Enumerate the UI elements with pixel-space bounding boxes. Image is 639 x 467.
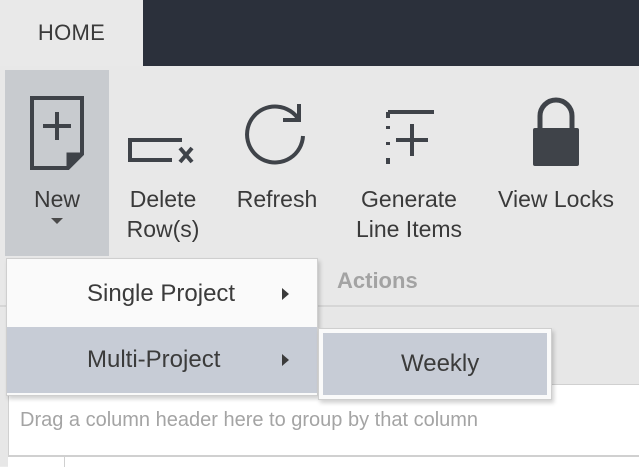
generate-line-items-label: Generate Line Items	[356, 184, 462, 244]
multi-project-submenu: Weekly	[318, 328, 552, 400]
new-button-label: New	[33, 186, 80, 212]
menu-item-label: Single Project	[87, 280, 236, 307]
delete-rows-label: Delete Row(s)	[127, 184, 200, 244]
new-dropdown-menu: Single Project Multi-Project	[6, 258, 318, 396]
refresh-label: Refresh	[236, 186, 318, 212]
new-button[interactable]: New	[5, 70, 109, 256]
delete-row-icon	[126, 70, 200, 170]
menu-item-label: Multi-Project	[87, 346, 221, 373]
tab-home[interactable]: HOME	[0, 0, 143, 66]
chevron-right-icon	[282, 288, 289, 300]
view-locks-button[interactable]: View Locks	[488, 70, 624, 256]
chevron-right-icon	[282, 354, 289, 366]
new-document-icon	[27, 70, 87, 170]
generate-line-items-icon	[378, 70, 440, 170]
chevron-down-icon	[51, 218, 63, 224]
lock-icon	[530, 70, 582, 170]
refresh-button[interactable]: Refresh	[224, 70, 330, 256]
delete-rows-label-line1: Delete	[129, 186, 197, 212]
delete-rows-button[interactable]: Delete Row(s)	[116, 70, 210, 256]
delete-rows-label-line2: Row(s)	[126, 216, 200, 242]
generate-label-line1: Generate	[361, 186, 457, 212]
menu-item-single-project[interactable]: Single Project	[7, 261, 317, 327]
generate-line-items-button[interactable]: Generate Line Items	[340, 70, 478, 256]
menu-item-multi-project[interactable]: Multi-Project	[7, 327, 317, 393]
view-locks-label: View Locks	[498, 186, 614, 212]
generate-label-line2: Line Items	[355, 216, 463, 242]
submenu-item-weekly[interactable]: Weekly	[323, 333, 547, 395]
grid-header-row	[8, 456, 639, 467]
ribbon-group-label-actions: Actions	[337, 268, 418, 293]
refresh-icon	[241, 70, 313, 170]
